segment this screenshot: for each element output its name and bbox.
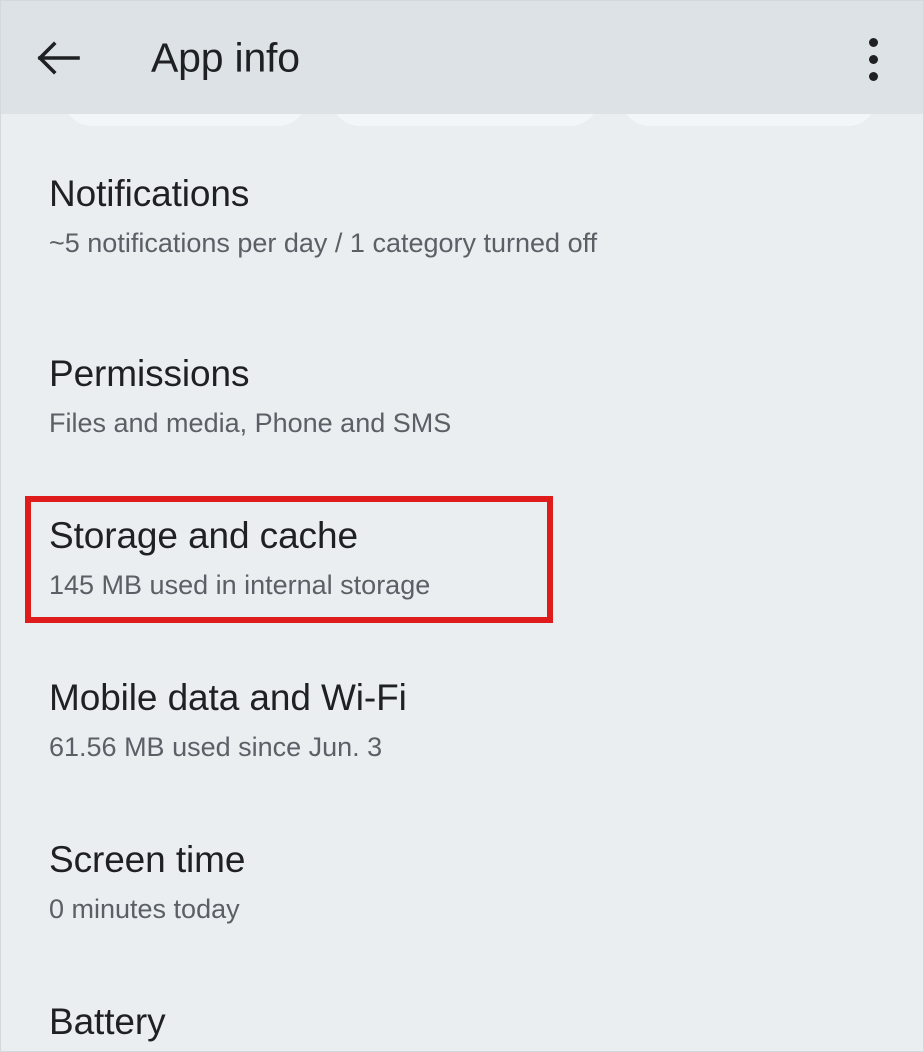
list-item-subtitle: 61.56 MB used since Jun. 3	[49, 732, 383, 762]
list-item-storage-and-cache[interactable]: Storage and cache 145 MB used in interna…	[1, 514, 923, 601]
list-item-title: Screen time	[49, 839, 246, 880]
list-item-title: Permissions	[49, 353, 250, 394]
action-chip-partial	[331, 114, 599, 126]
list-item-subtitle: ~5 notifications per day / 1 category tu…	[49, 228, 598, 258]
list-item-battery[interactable]: Battery	[1, 1000, 923, 1044]
page-title: App info	[151, 34, 300, 80]
list-item-screen-time[interactable]: Screen time 0 minutes today	[1, 838, 923, 925]
scrolled-action-buttons	[1, 114, 923, 130]
overflow-menu-button[interactable]	[847, 33, 899, 85]
list-item-title: Mobile data and Wi-Fi	[49, 677, 407, 718]
arrow-back-icon	[37, 40, 81, 76]
list-item-permissions[interactable]: Permissions Files and media, Phone and S…	[1, 352, 923, 439]
app-info-screen: App info Notifications ~5 notifications …	[0, 0, 924, 1052]
action-chip-partial	[621, 114, 877, 126]
list-item-notifications[interactable]: Notifications ~5 notifications per day /…	[1, 172, 923, 259]
more-vert-icon	[868, 54, 878, 64]
list-item-mobile-data-and-wifi[interactable]: Mobile data and Wi-Fi 61.56 MB used sinc…	[1, 676, 923, 763]
action-chip-partial	[63, 114, 307, 126]
more-vert-icon	[868, 37, 878, 47]
list-item-title: Storage and cache	[49, 515, 358, 556]
list-item-subtitle: 0 minutes today	[49, 894, 240, 924]
list-item-subtitle: 145 MB used in internal storage	[49, 570, 431, 600]
more-vert-icon	[868, 71, 878, 81]
back-button[interactable]	[27, 31, 91, 85]
app-bar: App info	[1, 1, 923, 114]
list-item-subtitle: Files and media, Phone and SMS	[49, 408, 452, 438]
list-item-title: Battery	[49, 1001, 166, 1042]
list-item-title: Notifications	[49, 173, 250, 214]
